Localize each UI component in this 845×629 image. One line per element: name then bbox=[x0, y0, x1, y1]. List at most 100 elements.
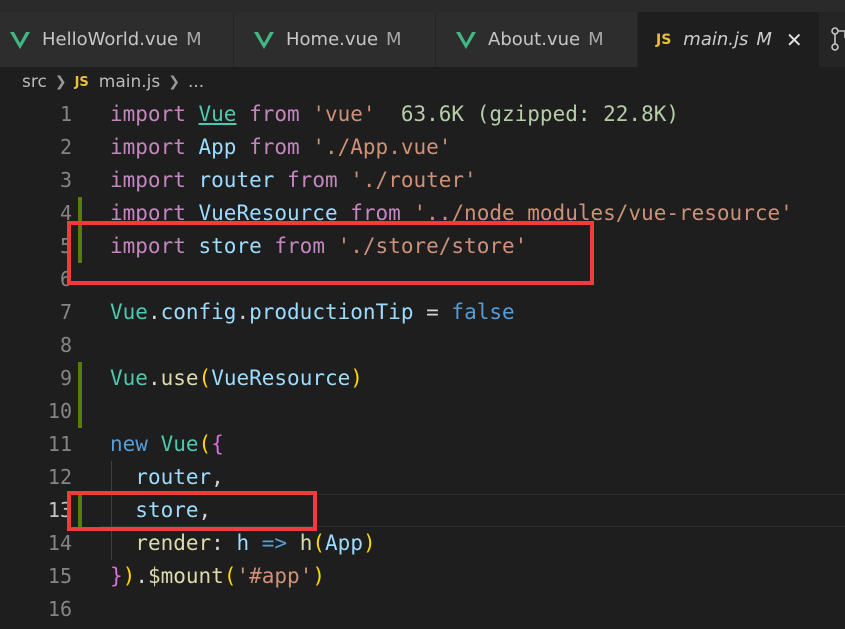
js-file-icon: JS bbox=[656, 31, 672, 48]
line-number: 5 bbox=[59, 234, 72, 258]
code-line[interactable]: 3 import router from './router' bbox=[0, 164, 845, 197]
tab-main-js[interactable]: JS main.js M ✕ bbox=[638, 12, 820, 67]
tab-label: HelloWorld.vue bbox=[42, 29, 179, 50]
code-line[interactable]: 2 import App from './App.vue' bbox=[0, 131, 845, 164]
code-line[interactable]: 15}).$mount('#app') bbox=[0, 560, 845, 593]
code-line[interactable]: 7 Vue.config.productionTip = false bbox=[0, 296, 845, 329]
highlight-box-import-store bbox=[67, 221, 594, 285]
code-line[interactable]: 12 router, bbox=[0, 461, 845, 494]
tab-label: About.vue bbox=[488, 29, 581, 50]
code-token: { bbox=[211, 432, 224, 456]
code-token: router bbox=[135, 465, 212, 489]
chevron-right-icon: ❯ bbox=[54, 74, 67, 90]
code-token: from bbox=[287, 168, 338, 192]
tab-about-vue[interactable]: About.vue M bbox=[436, 12, 638, 67]
editor-tab-bar: HelloWorld.vue M Home.vue M About.vue M … bbox=[0, 12, 845, 67]
code-token: $mount bbox=[147, 564, 224, 588]
code-token: . bbox=[147, 300, 161, 324]
code-text: new Vue({ bbox=[110, 428, 224, 461]
line-number: 10 bbox=[47, 399, 72, 423]
code-token: false bbox=[451, 300, 515, 324]
code-line[interactable]: 16 bbox=[0, 593, 845, 626]
modified-indicator: M bbox=[756, 29, 772, 50]
line-number: 14 bbox=[47, 531, 72, 555]
code-token: VueResource bbox=[211, 366, 351, 390]
code-token: App bbox=[325, 531, 363, 555]
tab-helloworld-vue[interactable]: HelloWorld.vue M bbox=[0, 12, 234, 67]
code-token: h bbox=[236, 531, 250, 555]
code-token: ) bbox=[122, 564, 136, 588]
code-line[interactable]: 1 import Vue from 'vue' 63.6K (gzipped: 2… bbox=[0, 98, 845, 131]
modified-indicator: M bbox=[588, 29, 604, 50]
line-number: 4 bbox=[59, 201, 72, 225]
code-token: . bbox=[147, 366, 161, 390]
breadcrumb-folder[interactable]: src bbox=[22, 72, 47, 92]
line-number: 13 bbox=[47, 498, 72, 522]
line-number: 8 bbox=[59, 333, 72, 357]
line-number: 9 bbox=[59, 366, 72, 390]
code-token: 63.6K (gzipped: 22.8K) bbox=[400, 102, 680, 126]
code-line[interactable]: 11 new Vue({ bbox=[0, 428, 845, 461]
line-number: 11 bbox=[47, 432, 72, 456]
code-token: , bbox=[211, 465, 224, 489]
code-line[interactable]: 10 bbox=[0, 395, 845, 428]
code-token: ( bbox=[198, 432, 212, 456]
code-token: h bbox=[299, 531, 313, 555]
code-token: Vue bbox=[160, 432, 199, 456]
js-file-icon: JS bbox=[74, 74, 89, 90]
code-token: 'vue' bbox=[312, 102, 376, 126]
code-text: Vue.config.productionTip = false bbox=[110, 296, 515, 329]
tab-home-vue[interactable]: Home.vue M bbox=[234, 12, 436, 67]
highlight-box-store-option bbox=[67, 491, 317, 531]
code-token: : bbox=[211, 531, 237, 555]
code-token: ) bbox=[362, 531, 376, 555]
line-number: 12 bbox=[47, 465, 72, 489]
line-number: 2 bbox=[59, 135, 72, 159]
code-token: . bbox=[135, 564, 148, 588]
compare-changes-icon[interactable] bbox=[830, 26, 845, 52]
code-token: './App.vue' bbox=[312, 135, 452, 159]
tab-label: Home.vue bbox=[286, 29, 379, 50]
code-line[interactable]: 14 render: h => h(App) bbox=[0, 527, 845, 560]
code-token: router bbox=[198, 168, 275, 192]
modified-indicator: M bbox=[386, 29, 402, 50]
code-token: ( bbox=[312, 531, 326, 555]
line-number: 3 bbox=[59, 168, 72, 192]
code-line[interactable]: 9 Vue.use(VueResource) bbox=[0, 362, 845, 395]
vue-file-icon bbox=[10, 31, 30, 49]
code-token: => bbox=[261, 531, 288, 555]
code-token: config bbox=[160, 300, 237, 324]
close-tab-icon[interactable]: ✕ bbox=[786, 28, 803, 52]
code-token: new bbox=[110, 432, 148, 456]
vue-file-icon bbox=[456, 31, 476, 49]
code-text: router, bbox=[110, 461, 224, 494]
code-token: Vue bbox=[110, 300, 148, 324]
code-editor[interactable]: 1 import Vue from 'vue' 63.6K (gzipped: 2… bbox=[0, 98, 845, 629]
code-text: import App from './App.vue' bbox=[110, 131, 451, 164]
code-token: Vue bbox=[110, 366, 148, 390]
breadcrumb-file[interactable]: main.js bbox=[99, 72, 160, 92]
vue-file-icon bbox=[254, 31, 274, 49]
code-text: Vue.use(VueResource) bbox=[110, 362, 363, 395]
code-token: ) bbox=[350, 366, 363, 390]
code-token: ( bbox=[198, 366, 212, 390]
code-text: render: h => h(App) bbox=[110, 527, 376, 560]
code-text: import router from './router' bbox=[110, 164, 477, 197]
line-number: 7 bbox=[59, 300, 72, 324]
code-token: use bbox=[160, 366, 199, 390]
code-token: . bbox=[236, 300, 250, 324]
code-line[interactable]: 8 bbox=[0, 329, 845, 362]
code-token: import bbox=[110, 135, 186, 159]
breadcrumb-symbols[interactable]: ... bbox=[188, 72, 204, 92]
